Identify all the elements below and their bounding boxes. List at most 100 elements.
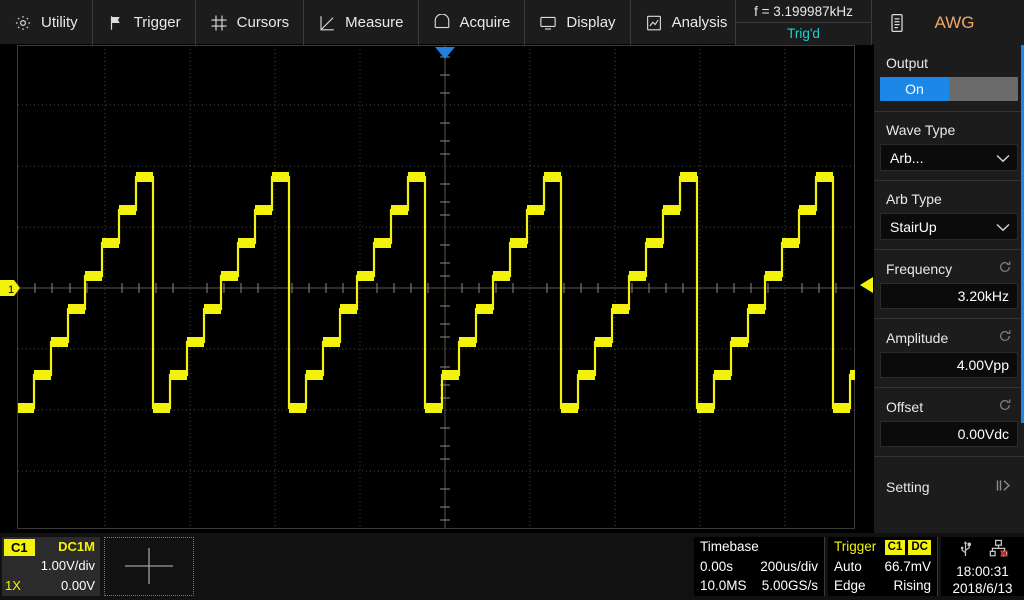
waveform-display[interactable]: 1 <box>0 45 873 533</box>
channel-c1-box[interactable]: C1 DC1M 1.00V/div 1X 0.00V <box>2 537 100 596</box>
monitor-icon <box>539 14 557 32</box>
chevron-down-icon <box>996 219 1010 235</box>
menu-item-label: Display <box>566 14 615 31</box>
acquire-icon <box>433 14 451 32</box>
offset-section: Offset 0.00Vdc <box>874 388 1024 457</box>
menu-item-utility[interactable]: Utility <box>0 0 93 45</box>
channel-marker-label: 1 <box>8 284 14 296</box>
flag-icon <box>107 14 125 32</box>
output-label: Output <box>874 45 1024 77</box>
frequency-status-box: f = 3.199987kHz Trig'd <box>735 0 872 45</box>
frequency-value-field[interactable]: 3.20kHz <box>880 283 1018 309</box>
waveform-svg: 1 <box>0 45 873 533</box>
channel-header-row: C1 DC1M <box>2 537 100 556</box>
trigger-source-badges: C1 DC <box>885 540 931 555</box>
crosshair-icon <box>105 538 193 595</box>
timebase-memory: 10.0MS <box>700 576 747 595</box>
ruler-icon <box>318 14 336 32</box>
trigger-header: Trigger C1 DC <box>828 537 937 557</box>
menu-item-label: Utility <box>41 14 78 31</box>
channel-probe: 1X <box>5 576 21 596</box>
trigger-state-badge: Trig'd <box>736 23 871 44</box>
trigger-title: Trigger <box>834 537 876 557</box>
trigger-level-marker[interactable] <box>860 277 873 293</box>
frequency-label: Frequency <box>874 250 1024 283</box>
timebase-box[interactable]: Timebase 0.00s 200us/div 10.0MS 5.00GS/s <box>694 537 825 596</box>
menu-item-label: Acquire <box>460 14 511 31</box>
offset-label: Offset <box>874 388 1024 421</box>
usb-icon[interactable] <box>958 539 973 563</box>
channel-probe-offset-row: 1X 0.00V <box>2 576 100 596</box>
arb-type-value: StairUp <box>890 219 937 235</box>
trigger-slope: Rising <box>893 576 931 595</box>
amplitude-value-field[interactable]: 4.00Vpp <box>880 352 1018 378</box>
trigger-level: 66.7mV <box>884 557 931 576</box>
wave-type-value: Arb... <box>890 150 923 166</box>
menu-item-label: Analysis <box>672 14 728 31</box>
trigger-source: C1 <box>885 540 906 555</box>
setting-row[interactable]: Setting <box>874 457 1024 515</box>
system-icons-row <box>941 537 1024 563</box>
grid-lines <box>18 45 855 528</box>
wave-type-dropdown[interactable]: Arb... <box>880 144 1018 171</box>
bottom-status-bar: C1 DC1M 1.00V/div 1X 0.00V Timebase 0.00… <box>0 533 1024 600</box>
output-section: Output On <box>874 45 1024 112</box>
trigger-position-marker[interactable] <box>435 47 455 59</box>
gear-icon <box>14 14 32 32</box>
channel-name-badge: C1 <box>4 539 35 556</box>
wave-type-section: Wave Type Arb... <box>874 112 1024 181</box>
trigger-coupling: DC <box>908 540 931 555</box>
reset-icon[interactable] <box>998 260 1012 277</box>
menu-item-measure[interactable]: Measure <box>304 0 418 45</box>
amplitude-section: Amplitude 4.00Vpp <box>874 319 1024 388</box>
timebase-header: Timebase <box>694 537 824 557</box>
trigger-type: Edge <box>834 576 866 595</box>
reset-icon[interactable] <box>998 398 1012 415</box>
channel-offset: 0.00V <box>61 576 95 596</box>
timebase-row-2: 10.0MS 5.00GS/s <box>694 576 824 595</box>
waveform-trace <box>18 172 855 413</box>
awg-icon <box>887 12 907 34</box>
channel-position-pad[interactable] <box>104 537 194 596</box>
trigger-box[interactable]: Trigger C1 DC Auto 66.7mV Edge Rising <box>828 537 938 596</box>
amplitude-label-text: Amplitude <box>886 330 948 346</box>
system-status-box: 18:00:31 2018/6/13 <box>941 537 1024 596</box>
timebase-time-div: 200us/div <box>760 557 818 576</box>
output-toggle-on[interactable]: On <box>880 77 949 101</box>
axis-ticks <box>18 45 855 528</box>
channel-coupling: DC1M <box>58 539 100 554</box>
frequency-value: 3.20kHz <box>958 288 1009 304</box>
trigger-row-1: Auto 66.7mV <box>828 557 937 576</box>
timebase-delay: 0.00s <box>700 557 733 576</box>
menu-item-label: Measure <box>345 14 403 31</box>
output-toggle-off[interactable] <box>949 77 1018 101</box>
reset-icon[interactable] <box>998 329 1012 346</box>
awg-panel-title: AWG <box>907 13 1024 33</box>
menu-item-display[interactable]: Display <box>525 0 630 45</box>
lan-disconnected-icon[interactable] <box>989 539 1008 563</box>
output-toggle[interactable]: On <box>880 77 1018 101</box>
offset-label-text: Offset <box>886 399 923 415</box>
arb-type-dropdown[interactable]: StairUp <box>880 213 1018 240</box>
arb-type-section: Arb Type StairUp <box>874 181 1024 250</box>
menu-item-acquire[interactable]: Acquire <box>419 0 526 45</box>
menu-item-label: Trigger <box>134 14 181 31</box>
wave-type-label: Wave Type <box>874 112 1024 144</box>
setting-label: Setting <box>886 479 930 495</box>
amplitude-label: Amplitude <box>874 319 1024 352</box>
trigger-mode: Auto <box>834 557 862 576</box>
timebase-row-1: 0.00s 200us/div <box>694 557 824 576</box>
trigger-row-2: Edge Rising <box>828 576 937 595</box>
oscilloscope-screen: Utility Trigger Cursors <box>0 0 1024 600</box>
menu-item-analysis[interactable]: Analysis <box>631 0 743 45</box>
awg-control-panel: Output On Wave Type Arb... Arb Type Stai… <box>873 45 1024 533</box>
frequency-label-text: Frequency <box>886 261 952 277</box>
menu-item-cursors[interactable]: Cursors <box>196 0 305 45</box>
menu-item-trigger[interactable]: Trigger <box>93 0 196 45</box>
next-page-icon[interactable] <box>996 479 1012 495</box>
system-time: 18:00:31 <box>941 563 1024 580</box>
arb-type-label: Arb Type <box>874 181 1024 213</box>
timebase-title: Timebase <box>700 537 759 557</box>
offset-value-field[interactable]: 0.00Vdc <box>880 421 1018 447</box>
frequency-readout: f = 3.199987kHz <box>736 0 871 23</box>
